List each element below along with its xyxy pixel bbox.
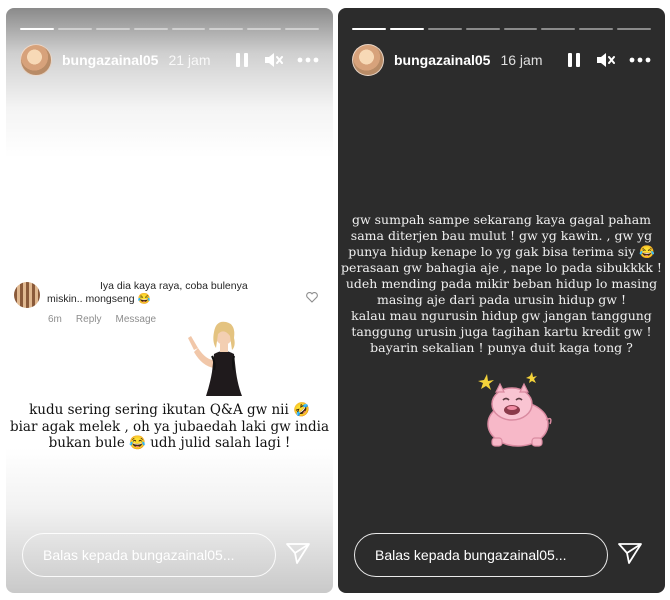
progress-segment (389, 28, 424, 30)
username[interactable]: bungazainal05 (62, 52, 158, 68)
progress-segment (352, 28, 386, 30)
progress-segment (285, 28, 319, 30)
timestamp: 21 jam (168, 52, 211, 68)
timestamp: 16 jam (500, 52, 543, 68)
story-progress (352, 28, 651, 30)
story-header: bungazainal05 16 jam (352, 41, 651, 79)
qa-message-label: Message (115, 314, 157, 325)
username[interactable]: bungazainal05 (394, 52, 490, 68)
progress-segment (617, 28, 651, 30)
commenter-avatar (14, 282, 40, 308)
more-icon[interactable] (297, 57, 319, 63)
pause-icon[interactable] (567, 52, 581, 68)
qa-comment-line2: miskin.. mongseng 😂 (47, 293, 151, 305)
story-caption: gw sumpah sampe sekarang kaya gagal paha… (341, 212, 662, 355)
avatar[interactable] (20, 44, 52, 76)
progress-segment (133, 28, 168, 30)
story-panel-right[interactable]: bungazainal05 16 jam gw sumpah sampe sek… (338, 8, 665, 593)
more-icon[interactable] (629, 57, 651, 63)
mute-icon[interactable] (595, 51, 615, 69)
progress-segment (57, 28, 92, 30)
story-panel-left[interactable]: bungazainal05 21 jam Iya dia kaya raya, … (6, 8, 333, 593)
heart-icon (306, 290, 318, 308)
progress-segment (579, 28, 614, 30)
send-icon[interactable] (617, 541, 643, 570)
send-icon[interactable] (285, 541, 311, 570)
progress-segment (171, 28, 206, 30)
story-header: bungazainal05 21 jam (20, 41, 319, 79)
story-progress (20, 28, 319, 30)
avatar[interactable] (352, 44, 384, 76)
progress-segment (503, 28, 538, 30)
story-caption: kudu sering sering ikutan Q&A gw nii 🤣 b… (9, 402, 330, 451)
qa-comment-card: Iya dia kaya raya, coba bulenya miskin..… (12, 278, 322, 338)
progress-segment (465, 28, 500, 30)
qa-comment-line1: Iya dia kaya raya, coba bulenya (100, 280, 248, 292)
laughing-pig-sticker (476, 372, 554, 452)
progress-segment (247, 28, 282, 30)
progress-segment (95, 28, 130, 30)
pause-icon[interactable] (235, 52, 249, 68)
woman-sticker (184, 320, 256, 398)
progress-segment (20, 28, 54, 30)
progress-segment (209, 28, 244, 30)
qa-reply-label: Reply (75, 314, 102, 325)
progress-segment (427, 28, 462, 30)
reply-input[interactable]: Balas kepada bungazainal05... (354, 533, 608, 577)
mute-icon[interactable] (263, 51, 283, 69)
reply-input[interactable]: Balas kepada bungazainal05... (22, 533, 276, 577)
qa-comment-text: Iya dia kaya raya, coba bulenya miskin..… (47, 280, 288, 306)
qa-comment-age: 6m (48, 314, 62, 325)
progress-segment (541, 28, 576, 30)
